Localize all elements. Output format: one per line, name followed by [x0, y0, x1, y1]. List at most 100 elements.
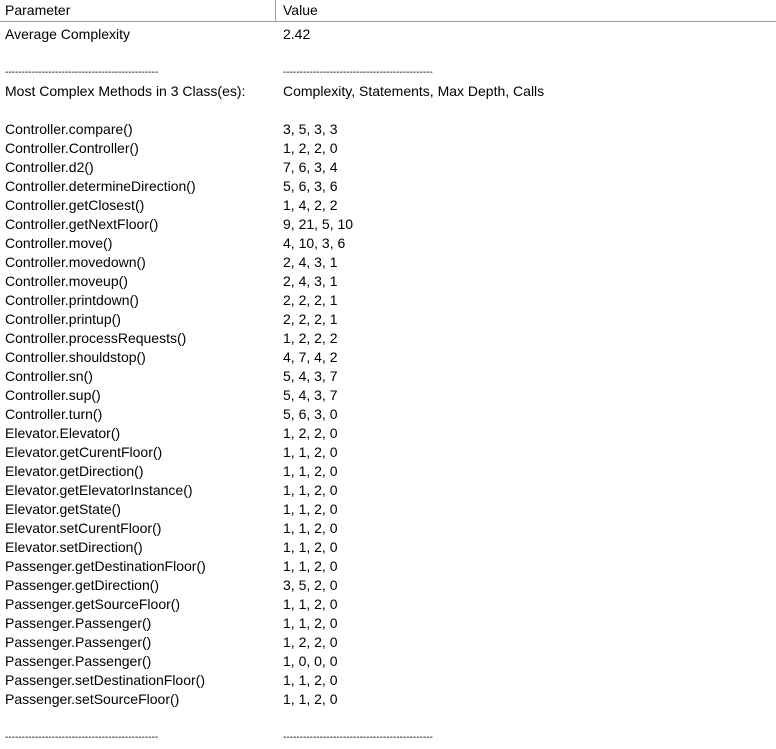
method-name: Controller.sup() [5, 387, 101, 403]
method-metrics: 1, 1, 2, 0 [283, 672, 338, 688]
table-row[interactable]: Controller.processRequests() 1, 2, 2, 2 [0, 329, 776, 348]
table-row[interactable]: Passenger.getDestinationFloor() 1, 1, 2, … [0, 557, 776, 576]
table-row[interactable]: Passenger.Passenger() 1, 2, 2, 0 [0, 633, 776, 652]
method-metrics: 2, 4, 3, 1 [283, 273, 338, 289]
method-name: Passenger.getDirection() [5, 577, 160, 593]
table-row[interactable]: Controller.d2() 7, 6, 3, 4 [0, 158, 776, 177]
method-name: Passenger.Passenger() [5, 653, 152, 669]
method-name: Controller.processRequests() [5, 330, 187, 346]
method-metrics: 1, 1, 2, 0 [283, 596, 338, 612]
method-name: Controller.printdown() [5, 292, 139, 308]
table-row[interactable]: Passenger.setDestinationFloor() 1, 1, 2, … [0, 671, 776, 690]
method-metrics: 1, 1, 2, 0 [283, 444, 338, 460]
table-row[interactable]: Passenger.getDirection() 3, 5, 2, 0 [0, 576, 776, 595]
methods-header-label: Most Complex Methods in 3 Class(es): [5, 83, 246, 99]
table-row-separator: ----------------------------------------… [0, 63, 776, 82]
method-name: Controller.shouldstop() [5, 349, 146, 365]
table-body: Average Complexity 2.42 ----------------… [0, 25, 776, 747]
method-metrics: 1, 2, 2, 0 [283, 140, 338, 156]
method-name: Controller.getNextFloor() [5, 216, 159, 232]
table-row[interactable]: Elevator.Elevator() 1, 2, 2, 0 [0, 424, 776, 443]
separator-left: ----------------------------------------… [5, 732, 159, 743]
separator-right: ----------------------------------------… [283, 67, 433, 78]
method-name: Controller.Controller() [5, 140, 139, 156]
method-name: Elevator.getCurentFloor() [5, 444, 163, 460]
method-metrics: 7, 6, 3, 4 [283, 159, 338, 175]
table-row[interactable]: Controller.shouldstop() 4, 7, 4, 2 [0, 348, 776, 367]
method-metrics: 1, 1, 2, 0 [283, 482, 338, 498]
table-row-blank [0, 709, 776, 728]
table-row-methods-header[interactable]: Most Complex Methods in 3 Class(es): Com… [0, 82, 776, 101]
method-metrics: 4, 7, 4, 2 [283, 349, 338, 365]
method-metrics: 1, 1, 2, 0 [283, 615, 338, 631]
table-row[interactable]: Elevator.setDirection() 1, 1, 2, 0 [0, 538, 776, 557]
table-row-blank [0, 101, 776, 120]
method-name: Passenger.getDestinationFloor() [5, 558, 206, 574]
table-row[interactable]: Passenger.getSourceFloor() 1, 1, 2, 0 [0, 595, 776, 614]
column-header-parameter[interactable]: Parameter [0, 0, 276, 21]
method-name: Elevator.getState() [5, 501, 121, 517]
method-metrics: 1, 2, 2, 2 [283, 330, 338, 346]
method-name: Controller.determineDirection() [5, 178, 196, 194]
table-row-average[interactable]: Average Complexity 2.42 [0, 25, 776, 44]
table-row[interactable]: Elevator.getDirection() 1, 1, 2, 0 [0, 462, 776, 481]
method-metrics: 4, 10, 3, 6 [283, 235, 346, 251]
method-name: Passenger.setSourceFloor() [5, 691, 180, 707]
table-row[interactable]: Elevator.getCurentFloor() 1, 1, 2, 0 [0, 443, 776, 462]
separator-right: ----------------------------------------… [283, 732, 433, 743]
table-row[interactable]: Controller.sn() 5, 4, 3, 7 [0, 367, 776, 386]
method-metrics: 1, 1, 2, 0 [283, 520, 338, 536]
table-row[interactable]: Passenger.Passenger() 1, 0, 0, 0 [0, 652, 776, 671]
method-name: Passenger.Passenger() [5, 615, 152, 631]
average-complexity-label: Average Complexity [5, 26, 131, 42]
method-name: Elevator.setCurentFloor() [5, 520, 162, 536]
method-metrics: 1, 1, 2, 0 [283, 539, 338, 555]
method-name: Passenger.Passenger() [5, 634, 152, 650]
table-row[interactable]: Elevator.getElevatorInstance() 1, 1, 2, 0 [0, 481, 776, 500]
table-row[interactable]: Controller.compare() 3, 5, 3, 3 [0, 120, 776, 139]
method-metrics: 1, 0, 0, 0 [283, 653, 338, 669]
method-metrics: 2, 2, 2, 1 [283, 292, 338, 308]
table-row[interactable]: Controller.printup() 2, 2, 2, 1 [0, 310, 776, 329]
method-name: Controller.move() [5, 235, 113, 251]
method-metrics: 1, 1, 2, 0 [283, 501, 338, 517]
table-row-separator: ----------------------------------------… [0, 728, 776, 747]
average-complexity-value: 2.42 [283, 26, 311, 42]
table-row[interactable]: Controller.getNextFloor() 9, 21, 5, 10 [0, 215, 776, 234]
table-row[interactable]: Controller.getClosest() 1, 4, 2, 2 [0, 196, 776, 215]
method-metrics: 3, 5, 2, 0 [283, 577, 338, 593]
table-row[interactable]: Passenger.setSourceFloor() 1, 1, 2, 0 [0, 690, 776, 709]
method-metrics: 1, 1, 2, 0 [283, 558, 338, 574]
table-row[interactable]: Controller.moveup() 2, 4, 3, 1 [0, 272, 776, 291]
method-name: Elevator.getElevatorInstance() [5, 482, 193, 498]
method-metrics: 5, 6, 3, 0 [283, 406, 338, 422]
method-name: Passenger.getSourceFloor() [5, 596, 181, 612]
table-row[interactable]: Elevator.setCurentFloor() 1, 1, 2, 0 [0, 519, 776, 538]
method-metrics: 1, 2, 2, 0 [283, 634, 338, 650]
method-metrics: 9, 21, 5, 10 [283, 216, 354, 232]
method-name: Controller.sn() [5, 368, 93, 384]
method-name: Controller.turn() [5, 406, 103, 422]
table-row-blank [0, 44, 776, 63]
column-header-value[interactable]: Value [276, 0, 776, 21]
method-name: Controller.getClosest() [5, 197, 145, 213]
table-row[interactable]: Controller.determineDirection() 5, 6, 3, … [0, 177, 776, 196]
method-metrics: 1, 1, 2, 0 [283, 691, 338, 707]
table-row[interactable]: Elevator.getState() 1, 1, 2, 0 [0, 500, 776, 519]
method-name: Controller.moveup() [5, 273, 128, 289]
method-name: Controller.printup() [5, 311, 121, 327]
table-row[interactable]: Controller.sup() 5, 4, 3, 7 [0, 386, 776, 405]
method-name: Elevator.Elevator() [5, 425, 121, 441]
table-row[interactable]: Controller.printdown() 2, 2, 2, 1 [0, 291, 776, 310]
method-metrics: 3, 5, 3, 3 [283, 121, 338, 137]
method-name: Controller.compare() [5, 121, 133, 137]
table-row[interactable]: Controller.move() 4, 10, 3, 6 [0, 234, 776, 253]
table-row[interactable]: Controller.movedown() 2, 4, 3, 1 [0, 253, 776, 272]
table-row[interactable]: Controller.Controller() 1, 2, 2, 0 [0, 139, 776, 158]
table-row[interactable]: Controller.turn() 5, 6, 3, 0 [0, 405, 776, 424]
table-row[interactable]: Passenger.Passenger() 1, 1, 2, 0 [0, 614, 776, 633]
separator-left: ----------------------------------------… [5, 67, 159, 78]
method-metrics: 1, 2, 2, 0 [283, 425, 338, 441]
method-metrics: 2, 2, 2, 1 [283, 311, 338, 327]
method-metrics: 2, 4, 3, 1 [283, 254, 338, 270]
